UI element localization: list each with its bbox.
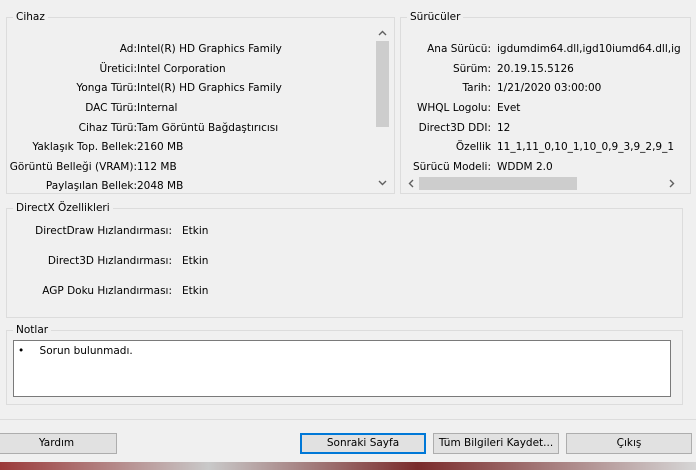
- directdraw-accel-label: DirectDraw Hızlandırması:: [35, 225, 172, 237]
- d3d-ddi-value: 12: [497, 122, 511, 134]
- manufacturer-label: Üretici:: [99, 63, 138, 75]
- version-value: 20.19.15.5126: [497, 63, 574, 75]
- feature-levels-label: Özellik: [455, 141, 491, 153]
- directdraw-accel-value: Etkin: [182, 225, 209, 237]
- chevron-down-icon[interactable]: [374, 174, 391, 191]
- vram-value: 112 MB: [137, 161, 177, 173]
- agp-texture-accel-label: AGP Doku Hızlandırması:: [42, 285, 172, 297]
- version-label: Sürüm:: [452, 63, 491, 75]
- agp-texture-accel-value: Etkin: [182, 285, 209, 297]
- device-type-value: Tam Görüntü Bağdaştırıcısı: [137, 122, 279, 134]
- direct3d-accel-value: Etkin: [182, 255, 209, 267]
- manufacturer-value: Intel Corporation: [137, 63, 226, 75]
- date-value: 1/21/2020 03:00:00: [497, 82, 602, 94]
- whql-value: Evet: [497, 102, 521, 114]
- driver-model-label: Sürücü Modeli:: [412, 161, 491, 173]
- notes-textbox[interactable]: • Sorun bulunmadı.: [13, 340, 671, 397]
- d3d-ddi-label: Direct3D DDI:: [418, 122, 491, 134]
- help-button-label: Yardım: [38, 437, 75, 449]
- shared-memory-value: 2048 MB: [137, 180, 184, 192]
- drivers-scroll-thumb[interactable]: [419, 177, 577, 190]
- dac-type-label: DAC Türü:: [85, 102, 137, 114]
- total-memory-label: Yaklaşık Top. Bellek:: [32, 141, 137, 153]
- feature-levels-value: 11_1,11_0,10_1,10_0,9_3,9_2,9_1: [497, 141, 675, 153]
- save-all-info-button-label: Tüm Bilgileri Kaydet...: [438, 437, 554, 449]
- chevron-right-icon[interactable]: [663, 175, 680, 192]
- bullet-icon: •: [18, 345, 25, 357]
- next-page-button[interactable]: Sonraki Sayfa: [300, 433, 426, 454]
- exit-button[interactable]: Çıkış: [566, 433, 692, 454]
- chip-type-value: Intel(R) HD Graphics Family: [137, 82, 282, 94]
- main-driver-value: igdumdim64.dll,igd10iumd64.dll,igd10iumd…: [497, 43, 680, 55]
- device-info-list: Ad: Intel(R) HD Graphics Family Üretici:…: [8, 24, 374, 192]
- driver-info-list: Ana Sürücü: igdumdim64.dll,igd10iumd64.d…: [402, 24, 680, 175]
- chip-type-label: Yonga Türü:: [76, 82, 137, 94]
- total-memory-value: 2160 MB: [137, 141, 184, 153]
- directx-features-title: DirectX Özellikleri: [13, 201, 113, 215]
- chevron-up-icon[interactable]: [374, 24, 391, 41]
- dac-type-value: Internal: [137, 102, 178, 114]
- main-driver-label: Ana Sürücü:: [427, 43, 491, 55]
- driver-model-value: WDDM 2.0: [497, 161, 553, 173]
- shared-memory-label: Paylaşılan Bellek:: [45, 180, 137, 192]
- notes-title: Notlar: [13, 323, 52, 337]
- whql-label: WHQL Logolu:: [416, 102, 491, 114]
- footer-divider: [0, 419, 696, 420]
- chevron-left-icon[interactable]: [402, 175, 419, 192]
- drivers-group-title: Sürücüler: [407, 10, 464, 24]
- device-name-value: Intel(R) HD Graphics Family: [137, 43, 282, 55]
- device-name-label: Ad:: [119, 43, 137, 55]
- device-vertical-scrollbar[interactable]: [374, 24, 391, 191]
- vram-label: Görüntü Belleği (VRAM):: [9, 161, 137, 173]
- save-all-info-button[interactable]: Tüm Bilgileri Kaydet...: [433, 433, 559, 454]
- device-scroll-thumb[interactable]: [376, 41, 389, 127]
- drivers-horizontal-scrollbar[interactable]: [402, 175, 680, 192]
- next-page-button-label: Sonraki Sayfa: [326, 437, 400, 449]
- desktop-background-strip: [0, 462, 696, 470]
- help-button[interactable]: Yardım: [0, 433, 117, 454]
- notes-item-text: Sorun bulunmadı.: [39, 345, 133, 357]
- direct3d-accel-label: Direct3D Hızlandırması:: [47, 255, 172, 267]
- date-label: Tarih:: [462, 82, 491, 94]
- notes-list-item: • Sorun bulunmadı.: [18, 344, 133, 358]
- exit-button-label: Çıkış: [616, 437, 642, 449]
- device-group-title: Cihaz: [13, 10, 48, 24]
- device-type-label: Cihaz Türü:: [78, 122, 137, 134]
